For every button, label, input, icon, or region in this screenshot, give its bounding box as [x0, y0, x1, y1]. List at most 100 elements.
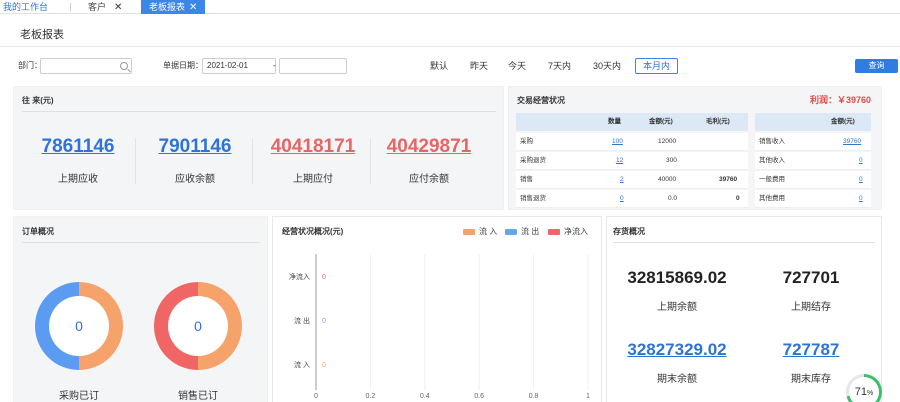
header-qty: 数量: [608, 118, 621, 125]
legend-item-outflow[interactable]: 流 出: [505, 226, 539, 237]
row-amount[interactable]: 0: [859, 153, 863, 169]
row-qty[interactable]: 12: [616, 153, 623, 169]
y-tick-label: 流 入: [294, 360, 310, 369]
header-profit: 毛利(元): [706, 118, 730, 125]
tab-label: 客户: [88, 2, 107, 12]
ops-chart: 0 0.2 0.4 0.6 0.8 1 净流入 0 流 出 0 流 入 0: [289, 254, 590, 400]
prev-payable-value[interactable]: 40418171: [258, 136, 368, 158]
legend-label: 流 出: [521, 227, 540, 236]
legend-swatch: [505, 228, 517, 235]
row-amount: 12000: [658, 138, 677, 145]
stock-title: 存货概况: [613, 227, 645, 236]
progress-ring: 71%: [846, 374, 882, 402]
x-tick-label: 0.4: [420, 393, 430, 400]
trade-table: 数量 金额(元) 毛利(元) 采购 100 12000 采购退货 12 300 …: [516, 113, 748, 209]
row-name: 销售: [520, 176, 533, 183]
row-name: 其他收入: [759, 157, 785, 164]
header-amount: 金额(元): [649, 118, 673, 125]
legend-label: 流 入: [479, 227, 498, 236]
row-profit: 39760: [719, 176, 738, 183]
panel-divider: [22, 242, 260, 243]
income-table: 金额(元) 销售收入 39760 其他收入 0 一般费用 0 其他费用 0: [755, 113, 871, 209]
tab-customer[interactable]: 客户 ✕: [88, 0, 140, 14]
end-stock-qty-value[interactable]: 727787: [746, 340, 876, 360]
tab-boss-report[interactable]: 老板报表 ✕: [141, 0, 206, 14]
data-label: 0: [322, 274, 326, 281]
legend-swatch: [548, 228, 560, 235]
sales-ordered-donut[interactable]: 0: [154, 282, 242, 370]
quick-30days-button[interactable]: 30天内: [593, 58, 621, 74]
panel-divider: [22, 111, 496, 112]
accounts-title: 往 来(元): [22, 96, 54, 105]
purchase-ordered-label: 采购已订: [59, 391, 99, 402]
prev-stock-balance-label: 上期余额: [657, 302, 697, 313]
row-amount[interactable]: 0: [859, 172, 863, 188]
legend-swatch: [463, 228, 475, 235]
row-amount: 0.0: [668, 195, 678, 202]
table-row: [516, 190, 748, 208]
row-name: 一般费用: [759, 176, 785, 183]
tab-label: 老板报表: [149, 2, 186, 12]
date-to-input[interactable]: [279, 58, 347, 74]
x-tick-label: 0.2: [366, 393, 376, 400]
column-divider: [135, 138, 136, 184]
row-amount: 40000: [658, 176, 677, 183]
row-qty[interactable]: 0: [620, 191, 624, 207]
search-icon[interactable]: [120, 62, 128, 70]
row-qty[interactable]: 2: [620, 172, 624, 188]
end-stock-balance-value[interactable]: 32827329.02: [606, 340, 748, 360]
prev-payable-label: 上期应付: [293, 174, 333, 185]
progress-text: 71%: [849, 377, 879, 402]
sales-ordered-value: 0: [194, 318, 202, 334]
tab-workbench[interactable]: 我的工作台: [3, 0, 63, 14]
date-label: 单据日期：: [163, 61, 203, 70]
receivable-balance-value[interactable]: 7901146: [145, 136, 245, 158]
legend-item-net[interactable]: 净流入: [548, 226, 588, 237]
tab-label: 我的工作台: [3, 2, 49, 12]
prev-stock-balance-value: 32815869.02: [627, 268, 727, 287]
row-amount[interactable]: 39760: [843, 134, 861, 150]
quick-today-button[interactable]: 今天: [508, 58, 526, 74]
prev-receivable-value[interactable]: 7861146: [28, 136, 128, 158]
trade-title: 交易经营状况: [517, 96, 565, 105]
close-icon[interactable]: ✕: [114, 2, 122, 13]
tab-divider: [70, 3, 71, 11]
date-from-input[interactable]: 2021-02-01: [202, 58, 276, 74]
quick-default-button[interactable]: 默认: [430, 58, 448, 74]
row-name: 其他费用: [759, 195, 785, 202]
end-stock-balance-label: 期末余额: [657, 374, 697, 385]
row-profit: 0: [736, 195, 740, 202]
tab-bar: 我的工作台 客户 ✕ 老板报表 ✕: [0, 0, 900, 14]
query-button[interactable]: 查询: [855, 59, 898, 73]
progress-unit: %: [867, 390, 874, 397]
prev-receivable-label: 上期应收: [58, 174, 98, 185]
row-amount[interactable]: 0: [859, 191, 863, 207]
row-name: 采购: [520, 138, 533, 145]
legend-label: 净流入: [564, 227, 588, 236]
y-tick-label: 流 出: [294, 316, 310, 325]
x-tick-label: 0.8: [529, 393, 539, 400]
prev-stock-qty-label: 上期结存: [791, 302, 831, 313]
receivable-balance-label: 应收余额: [175, 174, 215, 185]
column-divider: [370, 138, 371, 184]
quick-this-month-button[interactable]: 本月内: [635, 58, 679, 74]
table-row: [516, 133, 748, 151]
header-amount: 金额(元): [831, 118, 855, 125]
dept-input[interactable]: [40, 58, 132, 74]
progress-value: 71: [854, 386, 867, 398]
page-title: 老板报表: [20, 29, 64, 41]
x-tick-label: 0: [314, 393, 318, 400]
row-qty[interactable]: 100: [612, 134, 623, 150]
prev-stock-qty-value: 727701: [782, 268, 840, 287]
quick-7days-button[interactable]: 7天内: [548, 58, 571, 74]
payable-balance-label: 应付余额: [409, 174, 449, 185]
data-label: 0: [322, 362, 326, 369]
column-divider: [252, 138, 253, 184]
x-tick-label: 0.6: [474, 393, 484, 400]
quick-yesterday-button[interactable]: 昨天: [470, 58, 488, 74]
payable-balance-value[interactable]: 40429871: [374, 136, 484, 158]
purchase-ordered-donut[interactable]: 0: [35, 282, 123, 370]
row-name: 采购退货: [520, 157, 546, 164]
close-icon[interactable]: ✕: [189, 2, 197, 13]
legend-item-inflow[interactable]: 流 入: [463, 226, 497, 237]
